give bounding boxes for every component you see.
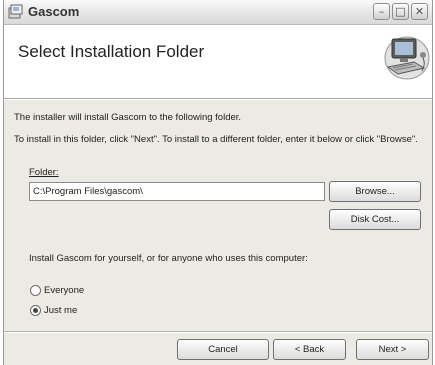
cancel-button[interactable]: Cancel (177, 339, 269, 360)
just-me-label[interactable]: Just me (44, 305, 77, 316)
installer-window: Gascom – □ ✕ Select Installation Folder … (3, 0, 433, 365)
page-title: Select Installation Folder (18, 42, 205, 61)
back-button[interactable]: < Back (273, 339, 346, 360)
installer-app-icon (8, 4, 23, 19)
everyone-radio[interactable] (30, 285, 41, 296)
disk-cost-button[interactable]: Disk Cost... (329, 209, 421, 230)
computer-icon (384, 36, 430, 80)
title-bar[interactable]: Gascom – □ ✕ (4, 0, 432, 25)
install-for-question: Install Gascom for yourself, or for anyo… (29, 253, 308, 264)
browse-button[interactable]: Browse... (329, 181, 421, 202)
minimize-button[interactable]: – (373, 3, 390, 20)
folder-label: Folder: (29, 167, 59, 178)
folder-path-input[interactable]: C:\Program Files\gascom\ (29, 182, 325, 201)
radio-selected-dot (33, 308, 38, 313)
header-banner: Select Installation Folder (4, 25, 432, 99)
intro-text: The installer will install Gascom to the… (14, 112, 242, 123)
instructions-text: To install in this folder, click "Next".… (14, 134, 418, 145)
next-button[interactable]: Next > (356, 339, 429, 360)
window-title: Gascom (28, 4, 80, 19)
banner-divider (4, 99, 432, 100)
just-me-radio[interactable] (30, 305, 41, 316)
everyone-label[interactable]: Everyone (44, 285, 84, 296)
close-button[interactable]: ✕ (411, 3, 428, 20)
footer-divider (4, 331, 432, 332)
maximize-button[interactable]: □ (392, 3, 409, 20)
